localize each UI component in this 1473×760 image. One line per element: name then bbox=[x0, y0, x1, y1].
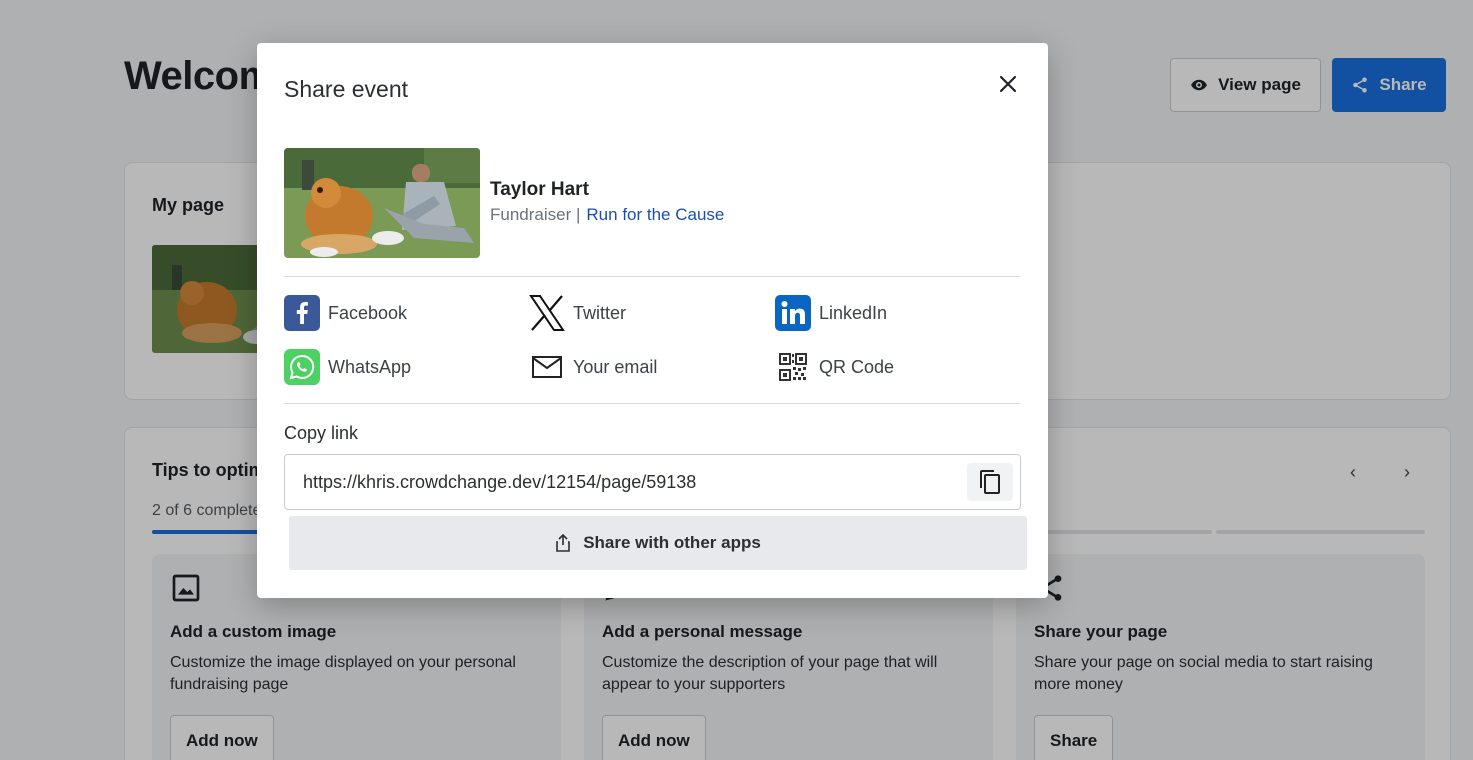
copy-link-field bbox=[284, 454, 1021, 510]
event-meta: Fundraiser | Run for the Cause bbox=[490, 205, 724, 225]
divider bbox=[284, 276, 1020, 277]
close-icon bbox=[999, 75, 1017, 93]
event-campaign-link[interactable]: Run for the Cause bbox=[586, 205, 724, 225]
share-event-modal: Share event Taylor Hart Fundraiser | Run… bbox=[257, 43, 1048, 598]
share-with-other-apps-button[interactable]: Share with other apps bbox=[289, 516, 1027, 570]
share-option-label: Facebook bbox=[328, 302, 408, 323]
share-option-label: LinkedIn bbox=[819, 302, 888, 323]
event-role: Fundraiser | bbox=[490, 205, 581, 224]
upload-share-icon bbox=[556, 534, 571, 552]
modal-title: Share event bbox=[284, 76, 409, 102]
x-twitter-icon bbox=[529, 295, 565, 331]
copy-link-label: Copy link bbox=[284, 423, 359, 443]
event-fundraiser-name: Taylor Hart bbox=[490, 179, 589, 200]
qr-code-icon bbox=[775, 349, 811, 385]
share-with-other-apps-label: Share with other apps bbox=[583, 533, 761, 552]
share-qr-code-button[interactable]: QR Code bbox=[775, 349, 894, 385]
share-facebook-button[interactable]: Facebook bbox=[284, 295, 407, 331]
share-option-label: QR Code bbox=[819, 356, 895, 377]
copy-link-button[interactable] bbox=[967, 463, 1013, 501]
share-option-label: Twitter bbox=[573, 302, 627, 323]
share-option-label: WhatsApp bbox=[328, 356, 412, 377]
copy-icon bbox=[980, 470, 1000, 494]
divider bbox=[284, 403, 1020, 404]
copy-link-input[interactable] bbox=[285, 455, 955, 509]
linkedin-icon bbox=[775, 295, 811, 331]
share-email-button[interactable]: Your email bbox=[529, 349, 657, 385]
email-icon bbox=[529, 349, 565, 385]
share-option-label: Your email bbox=[573, 356, 658, 377]
share-whatsapp-button[interactable]: WhatsApp bbox=[284, 349, 411, 385]
event-image bbox=[284, 148, 480, 258]
whatsapp-icon bbox=[284, 349, 320, 385]
close-button[interactable] bbox=[995, 71, 1021, 97]
share-twitter-button[interactable]: Twitter bbox=[529, 295, 626, 331]
share-linkedin-button[interactable]: LinkedIn bbox=[775, 295, 887, 331]
facebook-icon bbox=[284, 295, 320, 331]
